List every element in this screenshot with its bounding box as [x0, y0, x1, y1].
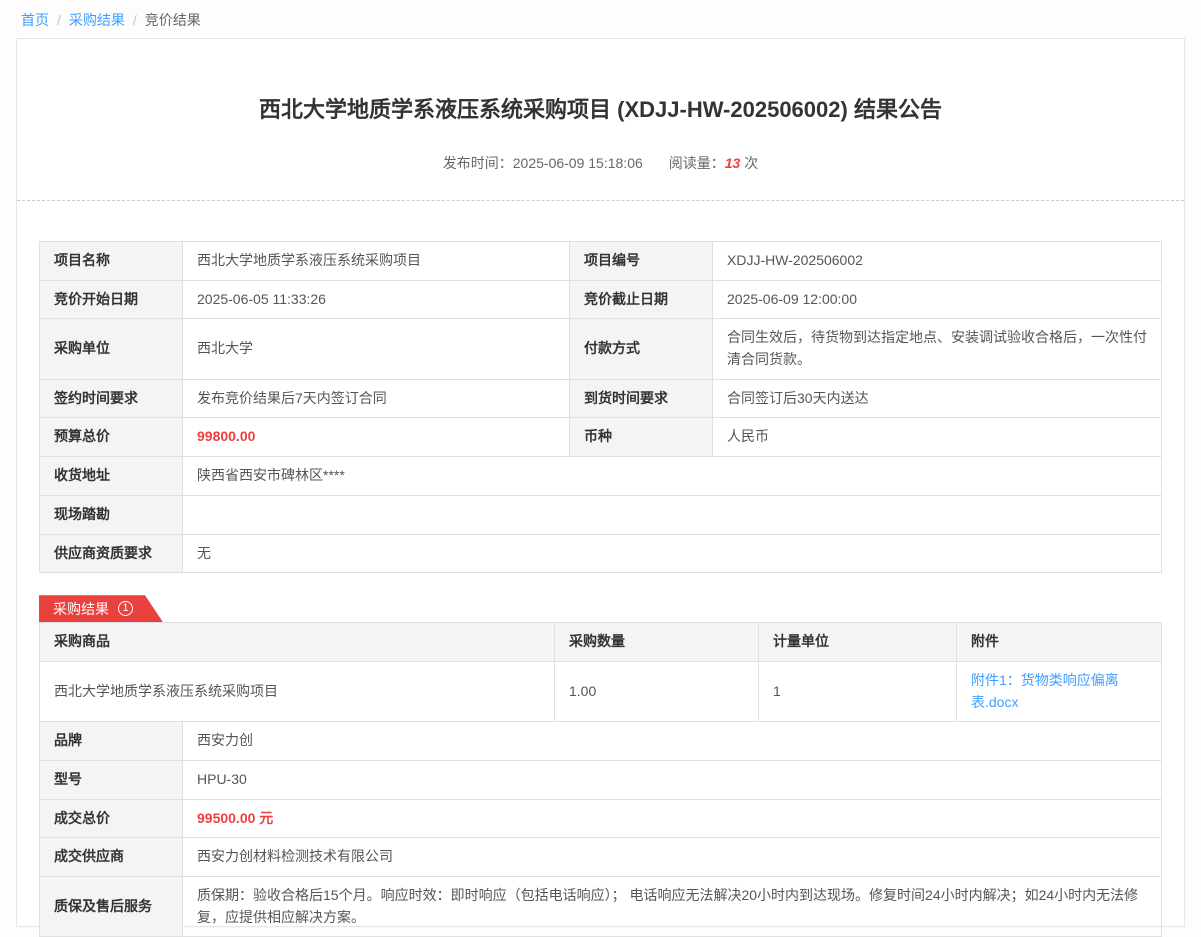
field-label: 币种 — [570, 418, 713, 457]
publish-time-label: 发布时间： — [443, 155, 513, 171]
table-row: 现场踏勘 — [40, 495, 1162, 534]
field-label: 现场踏勘 — [40, 495, 183, 534]
table-row: 质保及售后服务 质保期：验收合格后15个月。响应时效：即时响应（包括电话响应）；… — [40, 877, 1162, 937]
table-row: 成交供应商 西安力创材料检测技术有限公司 — [40, 838, 1162, 877]
breadcrumb: 首页 / 采购结果 / 竞价结果 — [0, 0, 1201, 38]
field-value: 西安力创 — [183, 722, 1162, 761]
attachment-cell: 附件1：货物类响应偏离表.docx — [957, 661, 1162, 721]
field-label: 付款方式 — [570, 319, 713, 379]
table-row: 型号 HPU-30 — [40, 760, 1162, 799]
field-label: 供应商资质要求 — [40, 534, 183, 573]
field-label: 收货地址 — [40, 457, 183, 496]
field-label: 成交总价 — [40, 799, 183, 838]
breadcrumb-procurement-results-link[interactable]: 采购结果 — [69, 10, 125, 30]
publish-meta: 发布时间：2025-06-09 15:18:06 阅读量：13 次 — [17, 153, 1184, 173]
field-value: 西安力创材料检测技术有限公司 — [183, 838, 1162, 877]
badge-label: 采购结果 — [53, 602, 109, 616]
product-row: 西北大学地质学系液压系统采购项目 1.00 1 附件1：货物类响应偏离表.doc… — [40, 661, 1162, 721]
field-label: 项目名称 — [40, 242, 183, 281]
field-value: HPU-30 — [183, 760, 1162, 799]
read-count-value: 13 — [725, 155, 741, 171]
field-label: 竞价截止日期 — [570, 280, 713, 319]
table-header-row: 采购商品 采购数量 计量单位 附件 — [40, 623, 1162, 662]
read-count-label: 阅读量： — [669, 155, 725, 171]
field-value: 无 — [183, 534, 1162, 573]
procurement-result-table: 采购商品 采购数量 计量单位 附件 西北大学地质学系液压系统采购项目 1.00 … — [39, 622, 1162, 937]
column-header: 采购商品 — [40, 623, 555, 662]
table-row: 项目名称 西北大学地质学系液压系统采购项目 项目编号 XDJJ-HW-20250… — [40, 242, 1162, 281]
field-label: 到货时间要求 — [570, 379, 713, 418]
dashed-divider — [17, 200, 1184, 201]
table-row: 品牌 西安力创 — [40, 722, 1162, 761]
field-label: 项目编号 — [570, 242, 713, 281]
table-row: 竞价开始日期 2025-06-05 11:33:26 竞价截止日期 2025-0… — [40, 280, 1162, 319]
field-label: 竞价开始日期 — [40, 280, 183, 319]
project-info-table: 项目名称 西北大学地质学系液压系统采购项目 项目编号 XDJJ-HW-20250… — [39, 241, 1162, 573]
table-row: 签约时间要求 发布竞价结果后7天内签订合同 到货时间要求 合同签订后30天内送达 — [40, 379, 1162, 418]
breadcrumb-separator: / — [133, 12, 137, 28]
field-value: 合同生效后，待货物到达指定地点、安装调试验收合格后，一次性付清合同货款。 — [713, 319, 1162, 379]
quantity-cell: 1.00 — [555, 661, 759, 721]
field-value: XDJJ-HW-202506002 — [713, 242, 1162, 281]
field-label: 型号 — [40, 760, 183, 799]
field-value — [183, 495, 1162, 534]
field-value: 质保期：验收合格后15个月。响应时效：即时响应（包括电话响应）； 电话响应无法解… — [183, 877, 1162, 937]
attachment-link[interactable]: 附件1：货物类响应偏离表.docx — [971, 672, 1119, 710]
field-value: 陕西省西安市碑林区**** — [183, 457, 1162, 496]
unit-cell: 1 — [759, 661, 957, 721]
field-value: 2025-06-09 12:00:00 — [713, 280, 1162, 319]
breadcrumb-separator: / — [57, 12, 61, 28]
field-label: 品牌 — [40, 722, 183, 761]
breadcrumb-home-link[interactable]: 首页 — [21, 10, 49, 30]
procurement-result-badge: 采购结果 1 — [39, 595, 163, 622]
read-count-unit: 次 — [744, 155, 758, 171]
column-header: 计量单位 — [759, 623, 957, 662]
publish-time-value: 2025-06-09 15:18:06 — [513, 155, 643, 171]
field-value: 合同签订后30天内送达 — [713, 379, 1162, 418]
product-name-cell: 西北大学地质学系液压系统采购项目 — [40, 661, 555, 721]
badge-count: 1 — [118, 601, 133, 616]
table-row: 预算总价 99800.00 币种 人民币 — [40, 418, 1162, 457]
table-row: 采购单位 西北大学 付款方式 合同生效后，待货物到达指定地点、安装调试验收合格后… — [40, 319, 1162, 379]
field-label: 预算总价 — [40, 418, 183, 457]
field-label: 采购单位 — [40, 319, 183, 379]
table-row: 成交总价 99500.00 元 — [40, 799, 1162, 838]
field-label: 质保及售后服务 — [40, 877, 183, 937]
announcement-card: 西北大学地质学系液压系统采购项目 (XDJJ-HW-202506002) 结果公… — [16, 38, 1185, 927]
field-label: 成交供应商 — [40, 838, 183, 877]
field-value: 人民币 — [713, 418, 1162, 457]
table-row: 收货地址 陕西省西安市碑林区**** — [40, 457, 1162, 496]
field-value: 2025-06-05 11:33:26 — [183, 280, 570, 319]
field-label: 签约时间要求 — [40, 379, 183, 418]
field-value: 发布竞价结果后7天内签订合同 — [183, 379, 570, 418]
table-row: 供应商资质要求 无 — [40, 534, 1162, 573]
column-header: 附件 — [957, 623, 1162, 662]
page-title: 西北大学地质学系液压系统采购项目 (XDJJ-HW-202506002) 结果公… — [17, 92, 1184, 124]
field-value: 西北大学 — [183, 319, 570, 379]
content-area: 项目名称 西北大学地质学系液压系统采购项目 项目编号 XDJJ-HW-20250… — [17, 241, 1184, 937]
deal-total-price-value: 99500.00 元 — [183, 799, 1162, 838]
breadcrumb-current-item: 竞价结果 — [145, 10, 201, 30]
budget-total-value: 99800.00 — [183, 418, 570, 457]
column-header: 采购数量 — [555, 623, 759, 662]
field-value: 西北大学地质学系液压系统采购项目 — [183, 242, 570, 281]
